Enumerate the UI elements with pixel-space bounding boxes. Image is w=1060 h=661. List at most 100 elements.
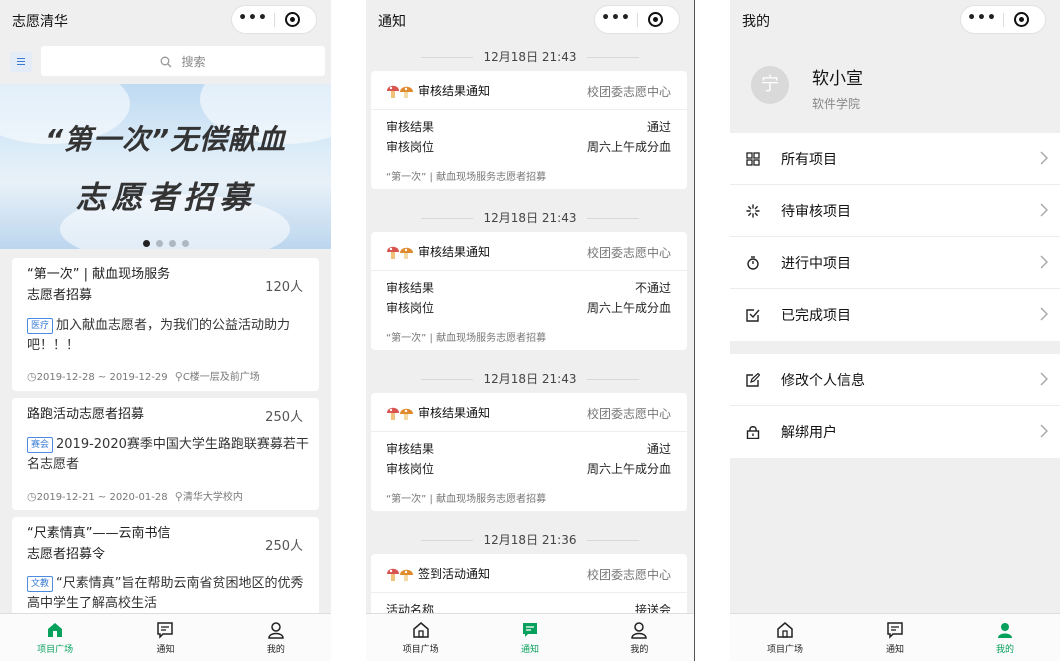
menu-item-unbind-user[interactable]: 解绑用户	[730, 406, 1060, 458]
position-label: 审核岗位	[386, 462, 435, 476]
project-location: 清华大学校内	[182, 492, 243, 503]
banner-title: “第一次”无偿献血	[44, 123, 287, 156]
project-date: 2019-12-21 ~ 2020-01-28	[36, 492, 168, 503]
notification-card[interactable]: 审核结果通知 校团委志愿中心 审核结果 通过 审核岗位 周六上午成分血 “第一次…	[371, 393, 687, 511]
notifications-screen: 通知 ••• 12月18日 21:43 审核结果通知 校团委志愿中心 审核结果 …	[366, 0, 694, 661]
target-circle-icon[interactable]	[648, 12, 663, 27]
result-label: 审核结果	[386, 442, 435, 456]
user-icon	[998, 623, 1012, 638]
tab-project-square[interactable]: 项目广场	[730, 614, 840, 661]
carousel-dot[interactable]	[155, 240, 163, 247]
notification-card[interactable]: 审核结果通知 校团委志愿中心 审核结果 通过 审核岗位 周六上午成分血 “第一次…	[371, 71, 687, 189]
menu-item-ongoing-projects[interactable]: 进行中项目	[730, 237, 1060, 289]
search-row: 搜索	[0, 46, 331, 78]
banner-subtitle: 志愿者招募	[75, 180, 256, 216]
position-value: 周六上午成分血	[586, 462, 671, 476]
notification-card[interactable]: 审核结果通知 校团委志愿中心 审核结果 不通过 审核岗位 周六上午成分血 “第一…	[371, 232, 687, 350]
notification-project: “第一次” | 献血现场服务志愿者招募	[386, 333, 547, 344]
tab-bar: 项目广场 通知 我的	[366, 613, 694, 661]
chevron-right-icon	[1040, 307, 1048, 321]
user-icon	[268, 622, 284, 639]
profile-header: 宁 软小宣 软件学院	[730, 40, 1060, 131]
notification-project: “第一次” | 献血现场服务志愿者招募	[386, 172, 547, 183]
category-tag: 赛会	[27, 437, 54, 453]
mushroom-icon	[387, 85, 413, 98]
banner-carousel[interactable]: “第一次”无偿献血 志愿者招募	[0, 84, 331, 249]
result-label: 审核结果	[386, 281, 435, 295]
tab-label: 项目广场	[37, 645, 74, 655]
menu-item-edit-profile[interactable]: 修改个人信息	[730, 354, 1060, 406]
carousel-dot[interactable]	[181, 240, 189, 247]
chevron-right-icon	[1040, 203, 1048, 217]
carousel-dot[interactable]	[142, 240, 150, 247]
menu-label: 待审核项目	[781, 204, 851, 220]
project-meta: ◷2019-12-28 ~ 2019-12-29 ⚲C楼一层及前广场	[27, 368, 260, 383]
menu-item-pending-projects[interactable]: 待审核项目	[730, 185, 1060, 237]
notification-header: 签到活动通知 校团委志愿中心	[371, 554, 687, 593]
location-icon: ⚲	[174, 490, 183, 503]
mine-screen: 我的 ••• 宁 软小宣 软件学院 所有项目 待审核项目 进行中项目 已完成项目…	[730, 0, 1060, 661]
project-square-screen: 志愿清华 ••• 搜索 “第一次”无偿献血 志愿者招募 “第一次” | 献血现场…	[0, 0, 331, 661]
chevron-right-icon	[1040, 151, 1048, 165]
tab-notifications[interactable]: 通知	[840, 614, 950, 661]
project-meta: ◷2019-12-21 ~ 2020-01-28 ⚲清华大学校内	[27, 488, 243, 503]
edit-icon	[746, 373, 760, 387]
home-icon	[412, 622, 429, 638]
tab-mine[interactable]: 我的	[585, 614, 694, 661]
project-date: 2019-12-28 ~ 2019-12-29	[36, 372, 168, 383]
tab-project-square[interactable]: 项目广场	[366, 614, 475, 661]
result-value: 通过	[646, 442, 671, 456]
menu-label: 所有项目	[781, 152, 837, 168]
more-dots-icon[interactable]: •••	[961, 6, 1003, 33]
avatar[interactable]: 宁	[751, 66, 789, 104]
search-input[interactable]: 搜索	[41, 46, 325, 76]
capsule-divider	[637, 13, 638, 27]
more-dots-icon[interactable]: •••	[232, 6, 274, 33]
page-title: 我的	[742, 14, 770, 30]
notification-source: 校团委志愿中心	[586, 407, 671, 421]
notification-header: 审核结果通知 校团委志愿中心	[371, 71, 687, 110]
tab-bar: 项目广场 通知 我的	[0, 613, 331, 661]
menu-label: 修改个人信息	[781, 373, 865, 389]
category-tag: 文教	[27, 576, 54, 592]
tab-mine[interactable]: 我的	[950, 614, 1060, 661]
notification-header: 审核结果通知 校团委志愿中心	[371, 393, 687, 432]
menu-item-completed-projects[interactable]: 已完成项目	[730, 289, 1060, 341]
project-card[interactable]: 路跑活动志愿者招募 250人 赛会 2019-2020赛季中国大学生路跑联赛募若干…	[12, 398, 319, 510]
project-description: 医疗 加入献血志愿者，为我们的公益活动助力吧！！！	[27, 318, 291, 353]
project-card[interactable]: “尺素情真”——云南书信 志愿者招募令 250人 文教 “尺素情真”旨在帮助云南省…	[12, 517, 319, 627]
tab-project-square[interactable]: 项目广场	[0, 614, 110, 661]
clock-icon: ◷	[27, 490, 37, 503]
loading-icon	[746, 204, 760, 218]
list-menu-icon[interactable]	[10, 52, 32, 72]
notification-type: 签到活动通知	[418, 567, 491, 581]
tab-label: 我的	[630, 645, 649, 655]
tab-notifications[interactable]: 通知	[475, 614, 584, 661]
tab-notifications[interactable]: 通知	[110, 614, 220, 661]
navigation-bar: 我的 •••	[730, 0, 1060, 40]
carousel-dot[interactable]	[168, 240, 176, 247]
recruit-count: 120人	[265, 280, 303, 295]
project-title: 路跑活动志愿者招募	[27, 407, 145, 422]
tab-mine[interactable]: 我的	[221, 614, 331, 661]
page-title: 通知	[378, 14, 406, 30]
position-value: 周六上午成分血	[586, 301, 671, 315]
location-icon: ⚲	[174, 370, 183, 383]
project-card[interactable]: “第一次” | 献血现场服务 志愿者招募 120人 医疗 加入献血志愿者，为我们的…	[12, 258, 319, 391]
user-school: 软件学院	[812, 97, 861, 111]
result-value: 通过	[646, 120, 671, 134]
chevron-right-icon	[1040, 372, 1048, 386]
more-dots-icon[interactable]: •••	[595, 6, 637, 33]
home-icon	[48, 623, 63, 637]
tab-bar: 项目广场 通知 我的	[730, 613, 1060, 661]
check-square-icon	[746, 309, 760, 322]
chevron-right-icon	[1040, 255, 1048, 269]
page-title: 志愿清华	[12, 14, 68, 30]
target-circle-icon[interactable]	[1014, 12, 1029, 27]
navigation-bar: 志愿清华 •••	[0, 0, 331, 40]
menu-item-all-projects[interactable]: 所有项目	[730, 133, 1060, 185]
position-value: 周六上午成分血	[586, 140, 671, 154]
target-circle-icon[interactable]	[285, 12, 300, 27]
clock-icon: ◷	[27, 370, 37, 383]
message-icon	[522, 623, 537, 637]
